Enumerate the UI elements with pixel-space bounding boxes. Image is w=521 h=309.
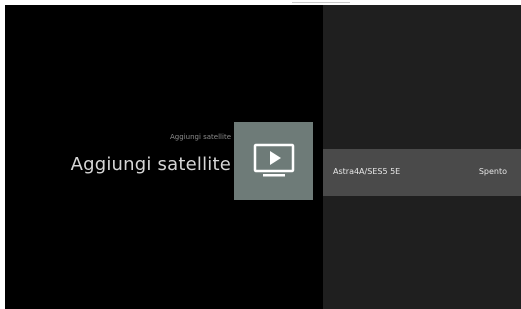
tv-screen: Aggiungi satellite Aggiungi satellite As… [5,5,521,309]
satellite-list-item[interactable]: Astra4A/SES5 5E Spento [323,149,521,196]
satellite-name: Astra4A/SES5 5E [333,167,401,176]
satellite-status: Spento [478,167,507,176]
page-subtitle: Aggiungi satellite [170,133,231,141]
play-tv-icon [253,143,294,177]
page-title: Aggiungi satellite [70,154,231,175]
icon-tile [234,122,313,200]
top-divider [292,0,350,3]
left-pane: Aggiungi satellite Aggiungi satellite [5,5,323,309]
